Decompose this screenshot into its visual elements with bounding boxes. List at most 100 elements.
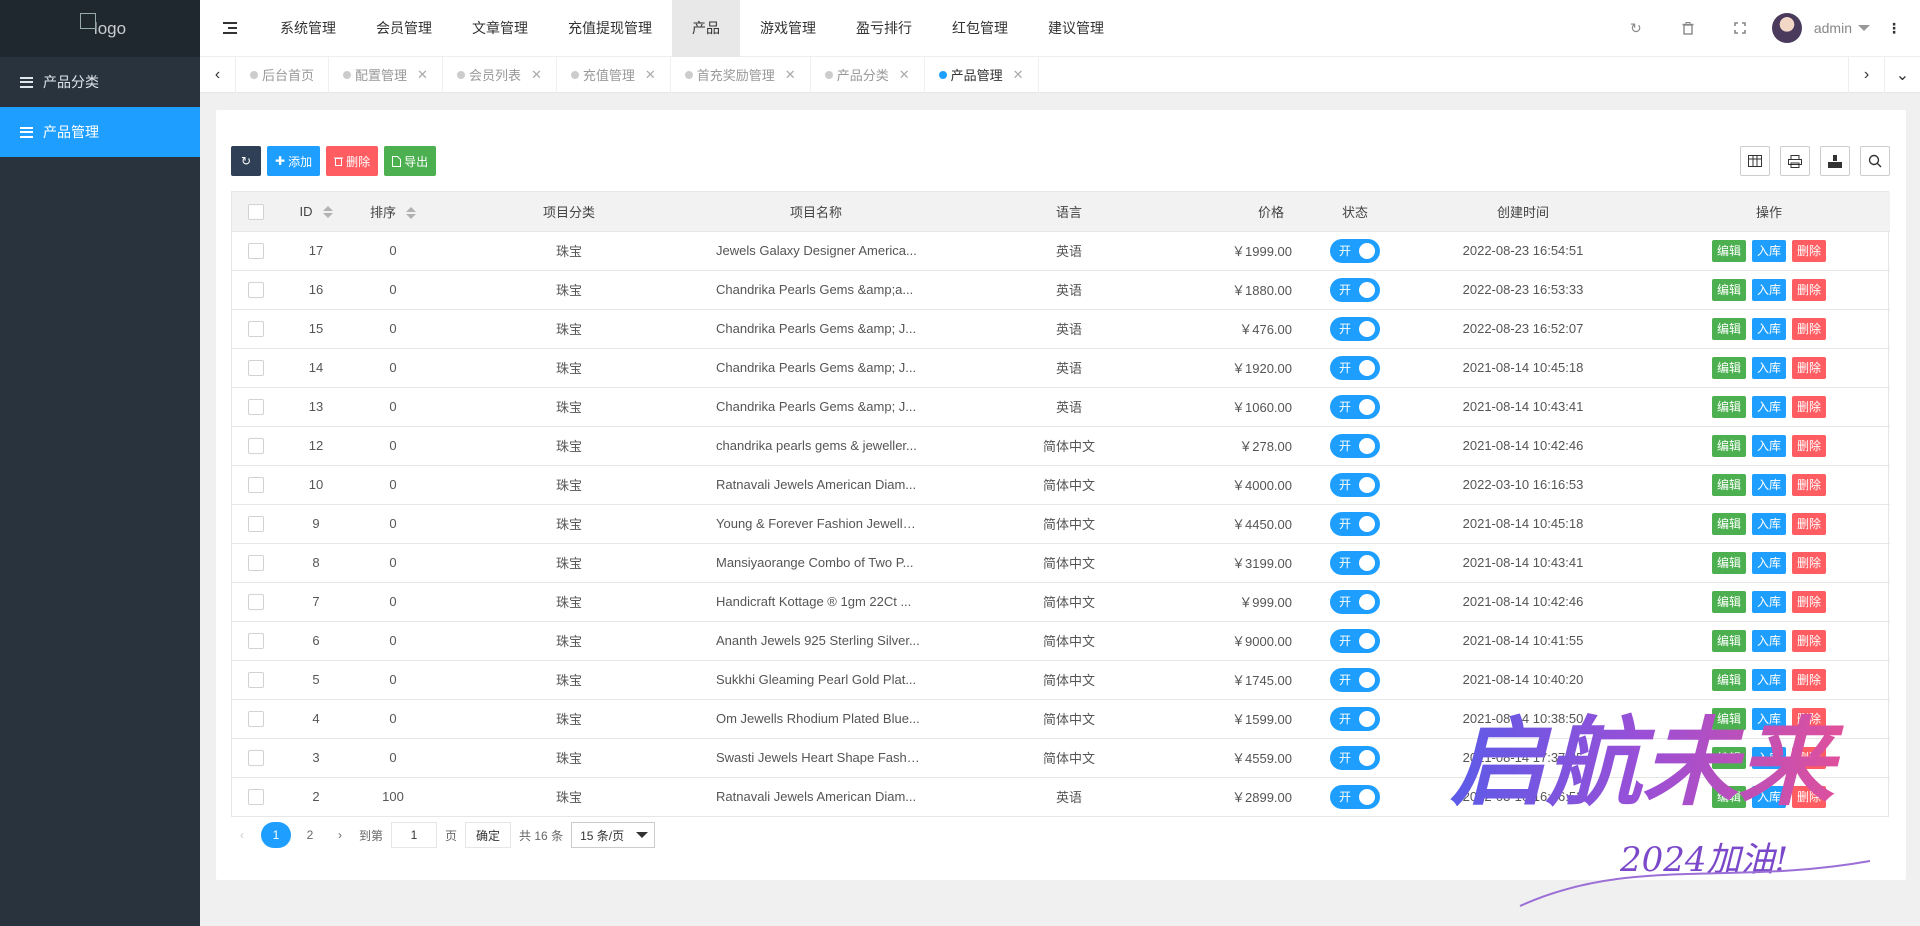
edit-button[interactable]: 编辑 bbox=[1711, 434, 1746, 457]
row-checkbox[interactable] bbox=[248, 281, 264, 298]
col-id[interactable]: ID bbox=[280, 192, 352, 231]
status-toggle[interactable]: 开 bbox=[1330, 628, 1380, 653]
row-checkbox[interactable] bbox=[248, 554, 264, 571]
page-2-button[interactable]: 2 bbox=[299, 822, 321, 848]
row-checkbox[interactable] bbox=[248, 749, 264, 766]
close-icon[interactable]: ✕ bbox=[1013, 67, 1024, 83]
stock-in-button[interactable]: 入库 bbox=[1751, 473, 1786, 496]
stock-in-button[interactable]: 入库 bbox=[1751, 434, 1786, 457]
nav-red-packets[interactable]: 红包管理 bbox=[932, 0, 1028, 57]
delete-row-button[interactable]: 删除 bbox=[1792, 707, 1827, 730]
edit-button[interactable]: 编辑 bbox=[1711, 551, 1746, 574]
fullscreen-icon[interactable] bbox=[1714, 0, 1766, 57]
refresh-button[interactable]: ↻ bbox=[231, 146, 261, 176]
sort-icon[interactable] bbox=[322, 206, 333, 219]
add-button[interactable]: ✚ 添加 bbox=[267, 146, 321, 176]
sidebar-item-product-category[interactable]: 产品分类 bbox=[0, 57, 200, 107]
refresh-icon[interactable]: ↻ bbox=[1610, 0, 1662, 57]
delete-row-button[interactable]: 删除 bbox=[1792, 668, 1827, 691]
status-toggle[interactable]: 开 bbox=[1330, 706, 1380, 731]
edit-button[interactable]: 编辑 bbox=[1711, 590, 1746, 613]
page-size-select[interactable]: 15 条/页 bbox=[571, 822, 656, 848]
stock-in-button[interactable]: 入库 bbox=[1751, 278, 1786, 301]
delete-row-button[interactable]: 删除 bbox=[1792, 395, 1827, 418]
status-toggle[interactable]: 开 bbox=[1330, 238, 1380, 263]
delete-row-button[interactable]: 删除 bbox=[1792, 473, 1827, 496]
status-toggle[interactable]: 开 bbox=[1330, 355, 1380, 380]
stock-in-button[interactable]: 入库 bbox=[1751, 512, 1786, 535]
row-checkbox[interactable] bbox=[248, 710, 264, 727]
export-table-button[interactable] bbox=[1820, 146, 1850, 176]
delete-row-button[interactable]: 删除 bbox=[1792, 512, 1827, 535]
delete-row-button[interactable]: 删除 bbox=[1792, 317, 1827, 340]
row-checkbox[interactable] bbox=[248, 632, 264, 649]
close-icon[interactable]: ✕ bbox=[899, 67, 910, 83]
close-icon[interactable]: ✕ bbox=[417, 67, 428, 83]
status-toggle[interactable]: 开 bbox=[1330, 745, 1380, 770]
tab-product-category[interactable]: 产品分类 ✕ bbox=[811, 56, 925, 93]
edit-button[interactable]: 编辑 bbox=[1711, 746, 1746, 769]
tab-home[interactable]: 后台首页 bbox=[236, 56, 330, 93]
status-toggle[interactable]: 开 bbox=[1330, 472, 1380, 497]
status-toggle[interactable]: 开 bbox=[1330, 589, 1380, 614]
delete-row-button[interactable]: 删除 bbox=[1792, 356, 1827, 379]
close-icon[interactable]: ✕ bbox=[785, 67, 796, 83]
nav-games[interactable]: 游戏管理 bbox=[740, 0, 836, 57]
nav-ranking[interactable]: 盈亏排行 bbox=[836, 0, 932, 57]
status-toggle[interactable]: 开 bbox=[1330, 394, 1380, 419]
delete-row-button[interactable]: 删除 bbox=[1792, 551, 1827, 574]
status-toggle[interactable]: 开 bbox=[1330, 316, 1380, 341]
edit-button[interactable]: 编辑 bbox=[1711, 473, 1746, 496]
status-toggle[interactable]: 开 bbox=[1330, 511, 1380, 536]
prev-page-button[interactable]: ‹ bbox=[231, 822, 253, 848]
user-menu[interactable]: admin bbox=[1766, 13, 1884, 43]
select-all-checkbox[interactable] bbox=[248, 203, 264, 220]
row-checkbox[interactable] bbox=[248, 242, 264, 259]
nav-system[interactable]: 系统管理 bbox=[260, 0, 356, 57]
tab-recharge[interactable]: 充值管理 ✕ bbox=[557, 56, 671, 93]
columns-filter-button[interactable] bbox=[1740, 146, 1770, 176]
delete-row-button[interactable]: 删除 bbox=[1792, 434, 1827, 457]
row-checkbox[interactable] bbox=[248, 593, 264, 610]
row-checkbox[interactable] bbox=[248, 437, 264, 454]
tab-first-recharge-rewards[interactable]: 首充奖励管理 ✕ bbox=[671, 56, 811, 93]
delete-row-button[interactable]: 删除 bbox=[1792, 239, 1827, 262]
edit-button[interactable]: 编辑 bbox=[1711, 395, 1746, 418]
edit-button[interactable]: 编辑 bbox=[1711, 629, 1746, 652]
tab-members[interactable]: 会员列表 ✕ bbox=[443, 56, 557, 93]
status-toggle[interactable]: 开 bbox=[1330, 667, 1380, 692]
delete-row-button[interactable]: 删除 bbox=[1792, 746, 1827, 769]
row-checkbox[interactable] bbox=[248, 671, 264, 688]
close-icon[interactable]: ✕ bbox=[531, 67, 542, 83]
tabs-scroll-right-button[interactable]: › bbox=[1848, 56, 1884, 93]
nav-suggestions[interactable]: 建议管理 bbox=[1028, 0, 1124, 57]
status-toggle[interactable]: 开 bbox=[1330, 550, 1380, 575]
delete-row-button[interactable]: 删除 bbox=[1792, 278, 1827, 301]
row-checkbox[interactable] bbox=[248, 476, 264, 493]
edit-button[interactable]: 编辑 bbox=[1711, 239, 1746, 262]
next-page-button[interactable]: › bbox=[329, 822, 351, 848]
tab-config[interactable]: 配置管理 ✕ bbox=[329, 56, 443, 93]
status-toggle[interactable]: 开 bbox=[1330, 784, 1380, 809]
export-button[interactable]: 导出 bbox=[384, 146, 437, 176]
row-checkbox[interactable] bbox=[248, 789, 264, 806]
stock-in-button[interactable]: 入库 bbox=[1751, 785, 1786, 808]
tabs-scroll-left-button[interactable]: ‹ bbox=[200, 56, 236, 93]
edit-button[interactable]: 编辑 bbox=[1711, 356, 1746, 379]
edit-button[interactable]: 编辑 bbox=[1711, 278, 1746, 301]
delete-row-button[interactable]: 删除 bbox=[1792, 785, 1827, 808]
search-button[interactable] bbox=[1860, 146, 1890, 176]
page-1-button[interactable]: 1 bbox=[261, 822, 291, 848]
stock-in-button[interactable]: 入库 bbox=[1751, 551, 1786, 574]
col-sort[interactable]: 排序 bbox=[352, 192, 434, 231]
nav-members[interactable]: 会员管理 bbox=[356, 0, 452, 57]
close-icon[interactable]: ✕ bbox=[645, 67, 656, 83]
stock-in-button[interactable]: 入库 bbox=[1751, 746, 1786, 769]
nav-articles[interactable]: 文章管理 bbox=[452, 0, 548, 57]
edit-button[interactable]: 编辑 bbox=[1711, 317, 1746, 340]
row-checkbox[interactable] bbox=[248, 359, 264, 376]
stock-in-button[interactable]: 入库 bbox=[1751, 395, 1786, 418]
status-toggle[interactable]: 开 bbox=[1330, 433, 1380, 458]
edit-button[interactable]: 编辑 bbox=[1711, 707, 1746, 730]
edit-button[interactable]: 编辑 bbox=[1711, 668, 1746, 691]
